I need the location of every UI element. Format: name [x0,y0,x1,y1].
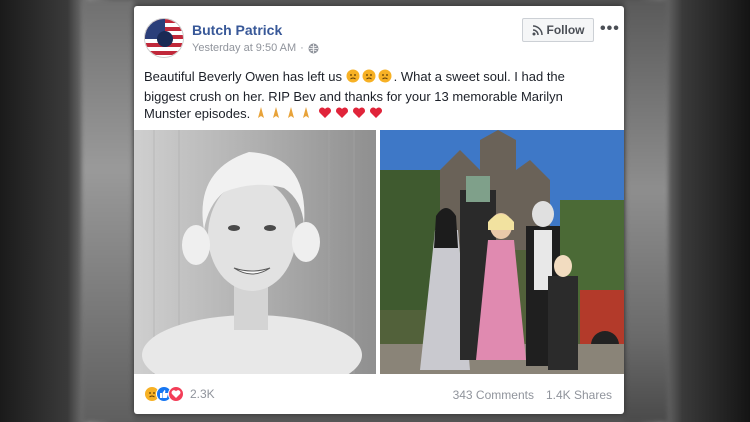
meta-separator: · [300,42,304,54]
more-options-button[interactable]: ••• [600,20,620,38]
family-photo-image-icon [380,130,624,374]
avatar[interactable] [144,18,184,58]
post-text-line3: Munster episodes. [144,106,251,121]
pray-emoji-icon [254,106,318,125]
post-footer: 2.3K 343 Comments 1.4K Shares [134,374,624,414]
shares-count-link[interactable]: 1.4K Shares [546,388,612,402]
author-name[interactable]: Butch Patrick [192,22,282,38]
post-text: Beautiful Beverly Owen has left us . Wha… [144,68,614,125]
post-timestamp[interactable]: Yesterday at 9:50 AM [192,42,296,54]
post-text-line2: biggest crush on her. RIP Bev and thanks… [144,88,563,104]
love-reaction-icon [168,386,184,402]
post-meta: Yesterday at 9:50 AM · [192,42,319,54]
post-photos [134,130,624,374]
facebook-post: Butch Patrick Yesterday at 9:50 AM · Fol… [134,6,624,414]
photo-portrait[interactable] [134,130,376,374]
post-text-line1: Beautiful Beverly Owen has left us [144,69,342,84]
engagement-stats: 343 Comments 1.4K Shares [453,388,612,402]
follow-label: Follow [546,23,585,37]
rss-icon [532,24,543,35]
reaction-summary[interactable]: 2.3K [144,386,215,402]
comments-count-link[interactable]: 343 Comments [453,388,534,402]
post-text-line1-after: . What a sweet soul. I had the [393,69,565,84]
flag-avatar-icon [145,19,183,57]
background-left-blur [82,0,134,422]
heart-emoji-icon [318,106,390,125]
portrait-image-icon [134,130,376,374]
follow-button[interactable]: Follow [522,18,594,42]
reaction-count: 2.3K [190,387,215,401]
background-right-blur [624,0,668,422]
globe-icon [308,43,319,53]
post-header: Butch Patrick Yesterday at 9:50 AM · Fol… [134,6,624,68]
sad-emoji-icon [346,69,394,88]
photo-munsters-cast[interactable] [380,130,624,374]
